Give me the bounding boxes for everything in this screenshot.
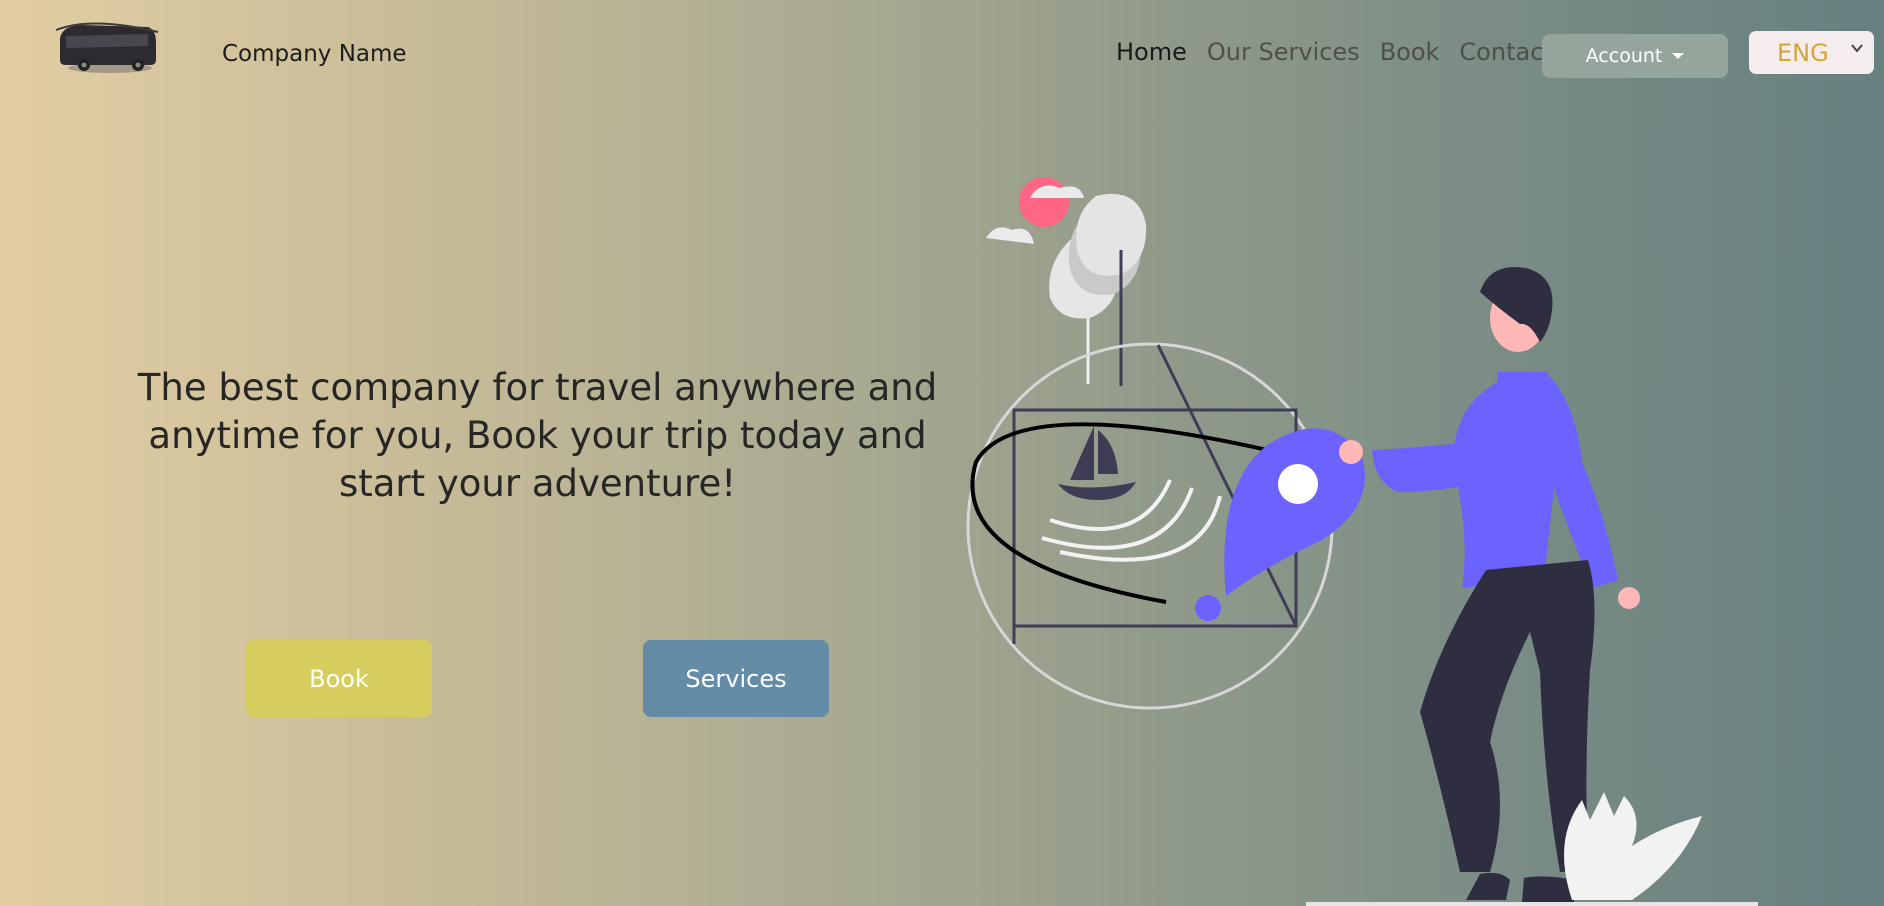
bus-icon[interactable]: [52, 18, 164, 76]
travel-map-illustration: [966, 177, 1758, 906]
services-button[interactable]: Services: [643, 640, 829, 717]
language-value: ENG: [1777, 38, 1829, 67]
hero-headline: The best company for travel anywhere and…: [137, 366, 938, 505]
account-dropdown-button[interactable]: Account: [1542, 34, 1728, 78]
chevron-down-icon: [1851, 44, 1863, 53]
book-button[interactable]: Book: [246, 640, 432, 717]
main-nav: Home Our Services Book Contact: [1116, 38, 1573, 66]
navbar: Company Name Home Our Services Book Cont…: [0, 0, 1884, 110]
nav-contact[interactable]: Contact: [1459, 38, 1552, 66]
caret-down-icon: [1672, 53, 1685, 59]
book-button-label: Book: [309, 664, 369, 693]
brand-name[interactable]: Company Name: [222, 41, 407, 67]
services-button-label: Services: [685, 664, 787, 693]
language-select[interactable]: ENG: [1749, 31, 1874, 74]
account-label: Account: [1585, 45, 1663, 67]
nav-home[interactable]: Home: [1116, 38, 1187, 66]
nav-book[interactable]: Book: [1380, 38, 1440, 66]
nav-our-services[interactable]: Our Services: [1207, 38, 1360, 66]
